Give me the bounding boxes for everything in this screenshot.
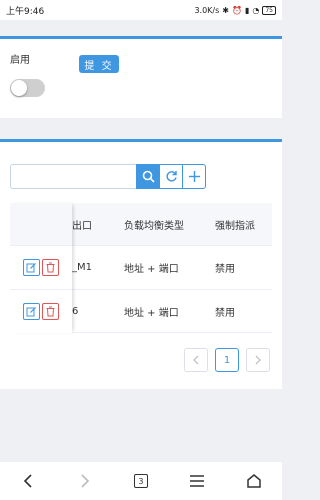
plus-icon [188,171,200,182]
search-icon [142,170,155,183]
cell-force: 禁用 [215,264,235,275]
net-speed: 3.0K/s [194,5,220,15]
search-bar [10,164,206,189]
alarm-icon: ⏰ [232,5,242,15]
status-icons: 3.0K/s ✱ ⏰ ▮ ◔ 75 [194,5,276,15]
home-button[interactable] [239,466,269,496]
browser-nav-bar: 3 [0,462,282,500]
wifi-icon: ◔ [252,5,260,15]
refresh-button[interactable] [159,164,183,189]
menu-button[interactable] [182,466,212,496]
toggle-knob [11,80,27,96]
home-icon [247,474,261,488]
edit-button[interactable] [23,259,40,276]
search-input[interactable] [10,164,136,189]
delete-button[interactable] [42,259,59,276]
enable-label: 启用 [10,55,30,66]
row-actions [10,245,72,289]
edit-icon [26,307,36,317]
status-bar: 上午9:46 3.0K/s ✱ ⏰ ▮ ◔ 75 [0,0,282,20]
column-header-actions [10,203,72,245]
actions-column [10,203,72,333]
chevron-right-icon [255,355,261,365]
refresh-icon [165,171,177,182]
cell-force: 禁用 [215,307,235,319]
edit-button[interactable] [23,303,40,320]
menu-icon [190,475,205,487]
list-card: 出口 负载均衡类型 强制指派 _M1 地址 + 端口 禁用 6 地址 + 端口 … [0,139,282,389]
submit-button[interactable]: 提 交 [79,55,119,73]
next-page-button[interactable] [246,348,270,372]
back-button[interactable] [13,466,43,496]
back-arrow-icon [24,474,32,488]
tabs-button[interactable]: 3 [126,466,156,496]
delete-button[interactable] [42,303,59,320]
edit-icon [26,263,36,273]
pagination: 1 [184,348,270,372]
page-number[interactable]: 1 [215,348,239,372]
search-button[interactable] [136,164,160,189]
column-header-force: 强制指派 [215,220,255,232]
forward-button[interactable] [70,466,100,496]
cell-port: 6 [72,305,79,317]
column-header-lb-type: 负载均衡类型 [124,220,184,232]
column-header-port: 出口 [72,220,92,232]
battery-icon: 75 [262,5,276,15]
rules-table: 出口 负载均衡类型 强制指派 _M1 地址 + 端口 禁用 6 地址 + 端口 … [10,203,272,333]
cell-lb-type: 地址 + 端口 [124,307,179,319]
tab-count: 3 [133,474,148,488]
trash-icon [46,306,55,317]
forward-arrow-icon [81,474,89,488]
row-actions [10,289,72,333]
signal-icon: ▮ [244,5,250,15]
status-time: 上午9:46 [6,6,45,17]
prev-page-button[interactable] [184,348,208,372]
cell-port: _M1 [72,262,92,273]
trash-icon [46,262,55,273]
cell-lb-type: 地址 + 端口 [124,264,179,275]
form-card: 启用 提 交 [0,36,282,118]
chevron-left-icon [193,355,199,365]
bluetooth-icon: ✱ [222,5,229,15]
enable-toggle[interactable] [10,79,45,97]
add-button[interactable] [182,164,206,189]
